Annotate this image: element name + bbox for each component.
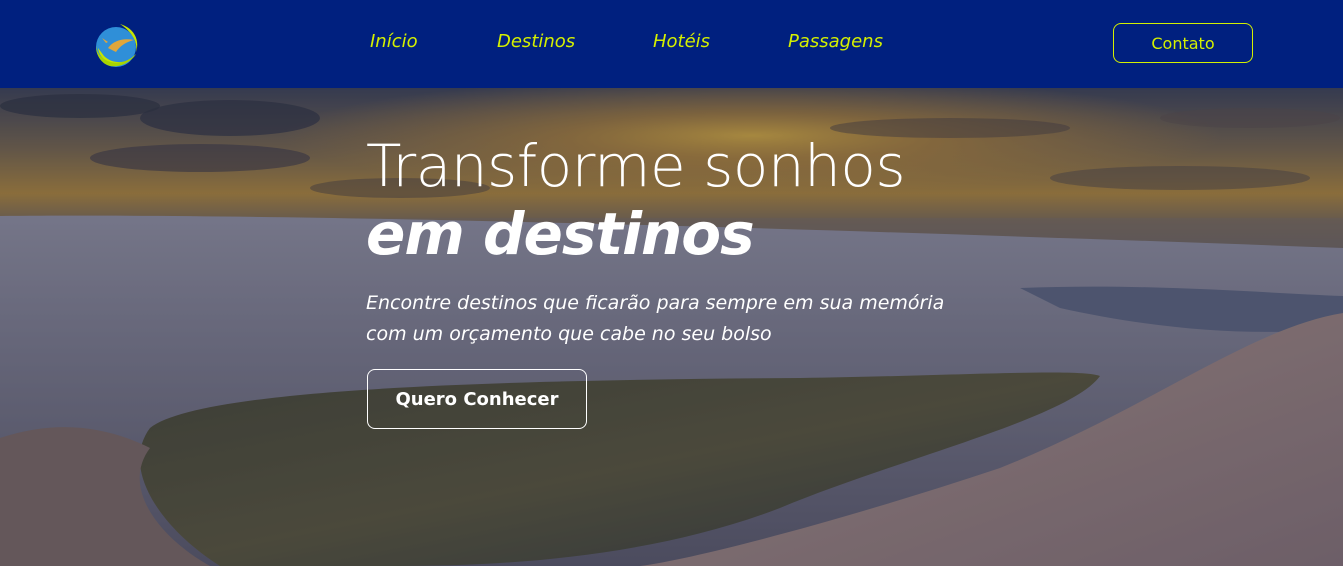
page: Início Destinos Hotéis Passagens Contato <box>0 0 1343 566</box>
nav-link-hoteis[interactable]: Hotéis <box>653 31 710 52</box>
quero-conhecer-button[interactable]: Quero Conhecer <box>367 369 587 429</box>
hero-subtitle-line2: com um orçamento que cabe no seu bolso <box>366 323 772 345</box>
contact-button[interactable]: Contato <box>1113 23 1253 63</box>
header: Início Destinos Hotéis Passagens Contato <box>0 0 1343 88</box>
hero-subtitle-line1: Encontre destinos que ficarão para sempr… <box>366 292 945 314</box>
hero-subtitle: Encontre destinos que ficarão para sempr… <box>366 288 1006 350</box>
nav-link-destinos[interactable]: Destinos <box>497 31 575 52</box>
hero-title-line1: Transforme sonhos <box>366 132 906 200</box>
hero-section: Transforme sonhos em destinos Encontre d… <box>0 88 1343 566</box>
nav-link-inicio[interactable]: Início <box>370 31 418 52</box>
nav-link-passagens[interactable]: Passagens <box>788 31 883 52</box>
hero-title-line2: em destinos <box>366 200 755 268</box>
